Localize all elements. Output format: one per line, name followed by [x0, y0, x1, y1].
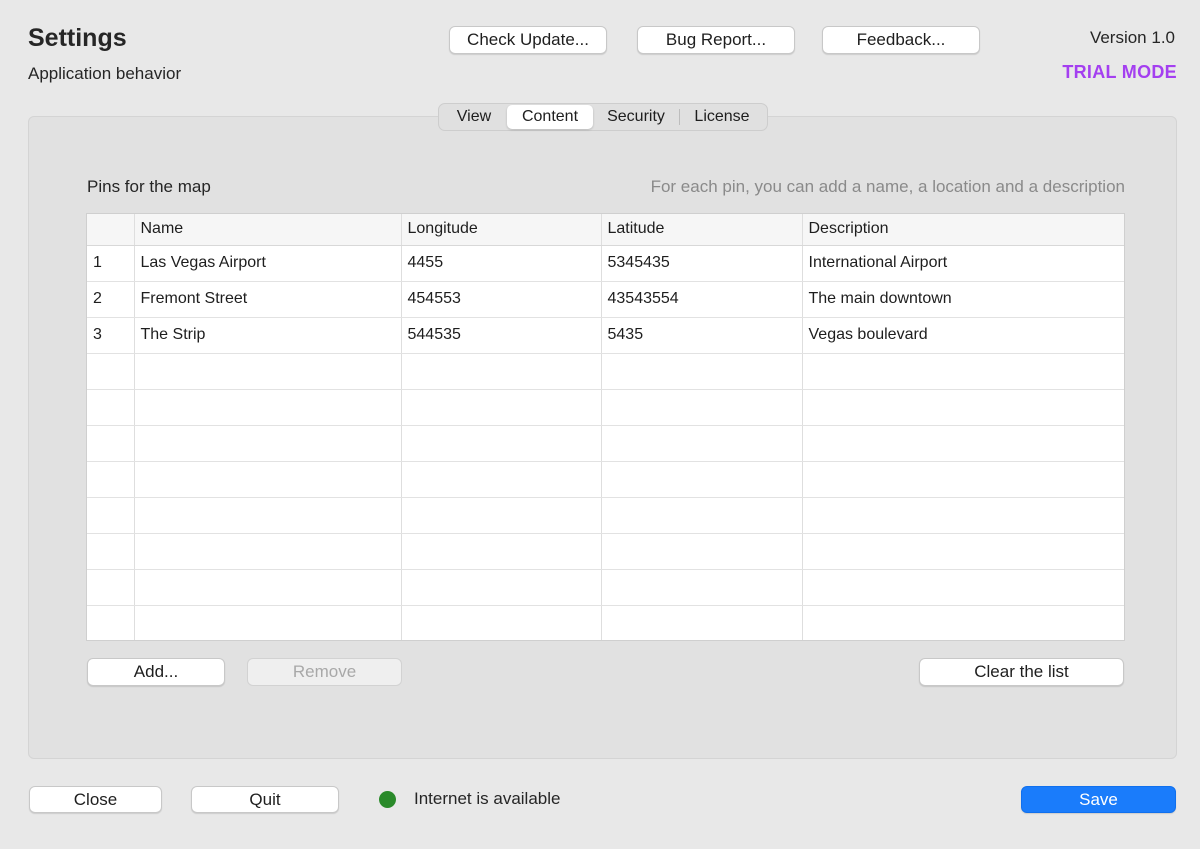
pin-description-cell[interactable]: The main downtown	[802, 281, 1124, 318]
section-title: Pins for the map	[87, 177, 211, 196]
tab-content[interactable]: Content	[507, 105, 593, 129]
table-row[interactable]: 3 The Strip 544535 5435 Vegas boulevard	[87, 317, 1124, 354]
pin-longitude-cell[interactable]: 454553	[401, 281, 602, 318]
table-row[interactable]: 1 Las Vegas Airport 4455 5345435 Interna…	[87, 245, 1124, 282]
tab-view[interactable]: View	[441, 105, 507, 129]
pin-longitude-cell[interactable]: 544535	[401, 317, 602, 354]
trial-mode-badge: TRIAL MODE	[1062, 62, 1177, 82]
empty-table-row[interactable]	[87, 605, 1124, 640]
check-update-button[interactable]: Check Update...	[449, 26, 607, 54]
connection-status: Internet is available	[414, 789, 561, 808]
column-header-index[interactable]	[87, 214, 135, 246]
empty-table-row[interactable]	[87, 569, 1124, 606]
tab-license[interactable]: License	[680, 105, 764, 129]
row-index: 3	[87, 317, 135, 354]
empty-table-row[interactable]	[87, 425, 1124, 462]
empty-table-row[interactable]	[87, 497, 1124, 534]
row-index: 1	[87, 245, 135, 282]
remove-pin-button[interactable]: Remove	[247, 658, 402, 686]
empty-table-row[interactable]	[87, 533, 1124, 570]
section-hint: For each pin, you can add a name, a loca…	[650, 177, 1125, 196]
table-row[interactable]: 2 Fremont Street 454553 43543554 The mai…	[87, 281, 1124, 318]
pin-latitude-cell[interactable]: 5435	[601, 317, 803, 354]
column-header-latitude[interactable]: Latitude	[601, 214, 803, 246]
bug-report-button[interactable]: Bug Report...	[637, 26, 795, 54]
pin-name-cell[interactable]: The Strip	[134, 317, 402, 354]
tab-bar: View Content Security License	[438, 103, 768, 131]
clear-list-button[interactable]: Clear the list	[919, 658, 1124, 686]
pin-name-cell[interactable]: Fremont Street	[134, 281, 402, 318]
empty-table-row[interactable]	[87, 461, 1124, 498]
row-index: 2	[87, 281, 135, 318]
column-header-name[interactable]: Name	[134, 214, 402, 246]
column-header-description[interactable]: Description	[802, 214, 1124, 246]
pin-latitude-cell[interactable]: 43543554	[601, 281, 803, 318]
tab-security[interactable]: Security	[593, 105, 679, 129]
quit-button[interactable]: Quit	[191, 786, 339, 813]
feedback-button[interactable]: Feedback...	[822, 26, 980, 54]
page-subtitle: Application behavior	[28, 64, 182, 83]
close-button[interactable]: Close	[29, 786, 162, 813]
pin-latitude-cell[interactable]: 5345435	[601, 245, 803, 282]
status-indicator-icon	[379, 791, 396, 808]
save-button[interactable]: Save	[1021, 786, 1176, 813]
column-header-longitude[interactable]: Longitude	[401, 214, 602, 246]
empty-table-row[interactable]	[87, 389, 1124, 426]
version-label: Version 1.0	[1089, 28, 1175, 47]
table-header-row: Name Longitude Latitude Description	[87, 214, 1124, 246]
add-pin-button[interactable]: Add...	[87, 658, 225, 686]
pin-description-cell[interactable]: Vegas boulevard	[802, 317, 1124, 354]
pins-table[interactable]: Name Longitude Latitude Description 1 La…	[86, 213, 1125, 641]
pin-name-cell[interactable]: Las Vegas Airport	[134, 245, 402, 282]
pin-description-cell[interactable]: International Airport	[802, 245, 1124, 282]
empty-table-row[interactable]	[87, 353, 1124, 390]
pin-longitude-cell[interactable]: 4455	[401, 245, 602, 282]
page-title: Settings	[28, 24, 127, 52]
